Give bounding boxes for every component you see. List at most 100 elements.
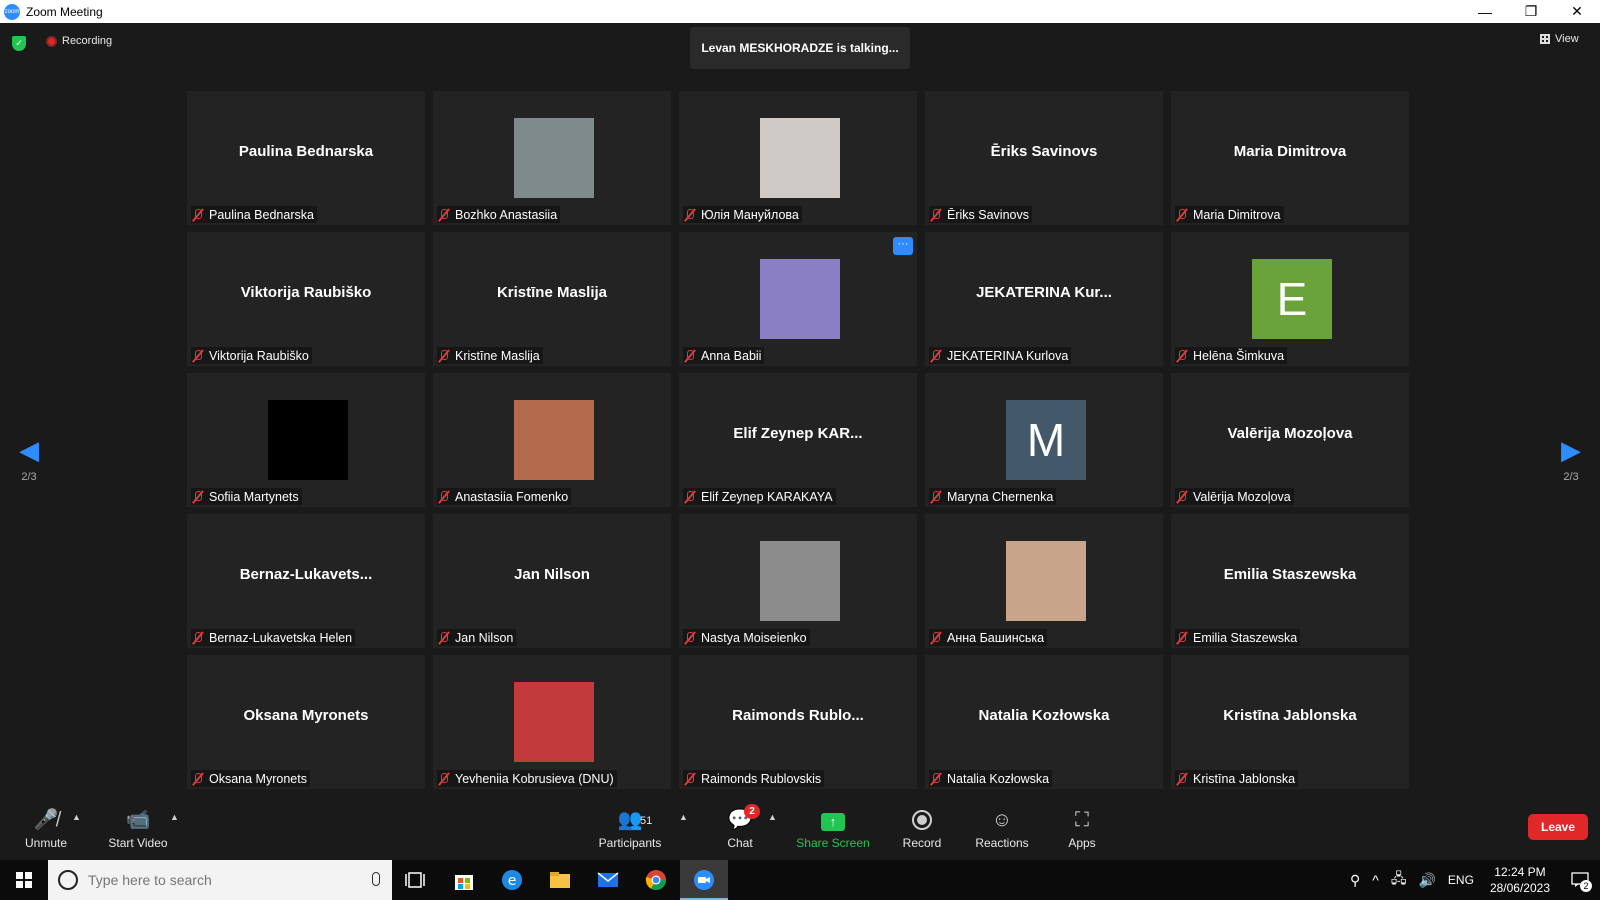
participant-tile[interactable]: E Helēna Šimkuva [1171, 232, 1409, 366]
search-input[interactable] [88, 872, 358, 888]
share-screen-icon: ↑ [821, 813, 845, 831]
share-screen-button[interactable]: ↑ Share Screen [793, 808, 873, 850]
participant-display-name: JEKATERINA Kur... [976, 284, 1112, 301]
participant-name-label: Kristīne Maslija [437, 347, 543, 364]
participant-name: Anna Babii [701, 348, 762, 363]
participant-name: Valērija Mozoļova [1193, 489, 1291, 504]
participant-tile[interactable]: Maria Dimitrova Maria Dimitrova [1171, 91, 1409, 225]
participant-tile[interactable]: Jan Nilson Jan Nilson [433, 514, 671, 648]
taskbar-file-explorer[interactable] [536, 860, 584, 900]
microphone-muted-icon [437, 349, 451, 363]
restore-button[interactable]: ❐ [1508, 0, 1554, 23]
participant-name-label: Юлія Мануйлова [683, 206, 802, 223]
participant-display-name: Ēriks Savinovs [990, 143, 1098, 160]
participant-display-name: Kristīne Maslija [496, 284, 608, 301]
notification-center-button[interactable]: 2 [1560, 860, 1600, 900]
taskbar-zoom[interactable] [680, 860, 728, 900]
apps-label: Apps [1068, 836, 1096, 850]
prev-page-button[interactable]: ◀ 2/3 [14, 435, 44, 495]
network-icon[interactable]: 🖧 [1391, 868, 1407, 892]
arrow-left-icon: ◀ [19, 435, 39, 465]
participant-photo [514, 118, 594, 198]
participant-name: JEKATERINA Kurlova [947, 348, 1069, 363]
participant-tile[interactable]: JEKATERINA Kur... JEKATERINA Kurlova [925, 232, 1163, 366]
windows-logo-icon [16, 872, 32, 888]
participant-name: Maria Dimitrova [1193, 207, 1281, 222]
taskbar-clock[interactable]: 12:24 PM 28/06/2023 [1490, 864, 1550, 896]
participant-photo [268, 400, 348, 480]
participant-tile[interactable]: Viktorija Raubiško Viktorija Raubiško [187, 232, 425, 366]
apps-icon: ⛶ [1075, 809, 1089, 831]
participant-tile[interactable]: Yevheniia Kobrusieva (DNU) [433, 655, 671, 789]
participant-name-label: Helēna Šimkuva [1175, 347, 1288, 364]
participant-photo [760, 541, 840, 621]
chat-label: Chat [727, 836, 753, 850]
microphone-icon[interactable] [372, 872, 380, 886]
recording-label: Recording [62, 35, 113, 47]
participant-tile[interactable]: Elif Zeynep KAR... Elif Zeynep KARAKAYA [679, 373, 917, 507]
participant-name-label: Maria Dimitrova [1175, 206, 1284, 223]
participant-name-label: Elif Zeynep KARAKAYA [683, 488, 836, 505]
apps-button[interactable]: ⛶ Apps [1042, 808, 1122, 850]
participant-tile[interactable]: Raimonds Rublo... Raimonds Rublovskis [679, 655, 917, 789]
participant-tile[interactable]: Anastasiia Fomenko [433, 373, 671, 507]
tile-more-options-button[interactable]: ··· [893, 237, 913, 255]
people-icon[interactable]: ⚲ [1350, 872, 1360, 889]
microphone-muted-icon [191, 631, 205, 645]
language-indicator[interactable]: ENG [1448, 873, 1474, 887]
participant-tile[interactable]: Анна Башинська [925, 514, 1163, 648]
microphone-muted-icon [929, 631, 943, 645]
microphone-muted-icon [191, 490, 205, 504]
view-button[interactable]: View [1540, 33, 1579, 45]
caret-up-icon: ▲ [170, 812, 179, 822]
participant-tile[interactable]: Natalia Kozłowska Natalia Kozłowska [925, 655, 1163, 789]
caret-up-icon: ▲ [768, 812, 777, 822]
participant-tile[interactable]: Ēriks Savinovs Ēriks Savinovs [925, 91, 1163, 225]
participant-tile[interactable]: Sofiia Martynets [187, 373, 425, 507]
participant-tile[interactable]: Emilia Staszewska Emilia Staszewska [1171, 514, 1409, 648]
participant-name: Bozhko Anastasiia [455, 207, 558, 222]
record-button[interactable]: Record [882, 808, 962, 850]
participant-name-label: Anastasiia Fomenko [437, 488, 572, 505]
taskbar-edge[interactable]: e [488, 860, 536, 900]
participant-tile[interactable]: Oksana Myronets Oksana Myronets [187, 655, 425, 789]
recording-indicator[interactable]: Recording [46, 35, 112, 47]
taskbar-store[interactable] [440, 860, 488, 900]
next-page-button[interactable]: ▶ 2/3 [1556, 435, 1586, 495]
participant-tile[interactable]: Bozhko Anastasiia [433, 91, 671, 225]
participants-button[interactable]: 👥 51 Participants [590, 808, 670, 850]
participant-name-label: Bozhko Anastasiia [437, 206, 561, 223]
security-shield-icon[interactable]: ✓ [12, 36, 26, 51]
participant-tile[interactable]: M Maryna Chernenka [925, 373, 1163, 507]
task-view-button[interactable] [392, 860, 440, 900]
notification-count: 2 [1580, 880, 1592, 892]
participant-tile[interactable]: Valērija Mozoļova Valērija Mozoļova [1171, 373, 1409, 507]
leave-button[interactable]: Leave [1528, 814, 1588, 840]
taskbar-chrome[interactable] [632, 860, 680, 900]
close-button[interactable]: ✕ [1554, 0, 1600, 23]
arrow-right-icon: ▶ [1561, 435, 1581, 465]
participant-tile[interactable]: Bernaz-Lukavets... Bernaz-Lukavetska Hele… [187, 514, 425, 648]
participant-tile[interactable]: Paulina Bednarska Paulina Bednarska [187, 91, 425, 225]
show-hidden-icons-chevron-icon[interactable]: ^ [1372, 872, 1379, 888]
clock-date: 28/06/2023 [1489, 881, 1550, 895]
participant-tile[interactable]: Kristīna Jablonska Kristīna Jablonska [1171, 655, 1409, 789]
start-video-button[interactable]: 📹 Start Video [98, 808, 178, 850]
participant-tile[interactable]: ··· Anna Babii [679, 232, 917, 366]
reactions-smiley-icon: ☺ [991, 809, 1013, 831]
microphone-muted-icon [683, 772, 697, 786]
participant-tile[interactable]: Юлія Мануйлова [679, 91, 917, 225]
taskbar-mail[interactable] [584, 860, 632, 900]
record-label: Record [902, 836, 942, 850]
participant-display-name: Paulina Bednarska [238, 143, 374, 160]
minimize-button[interactable]: — [1462, 0, 1508, 23]
participant-name: Paulina Bednarska [209, 207, 314, 222]
volume-icon[interactable]: 🔊 [1418, 872, 1435, 889]
microphone-muted-icon [683, 631, 697, 645]
participant-tile[interactable]: Nastya Moiseienko [679, 514, 917, 648]
participant-tile[interactable]: Kristīne Maslija Kristīne Maslija [433, 232, 671, 366]
start-button[interactable] [0, 860, 48, 900]
participant-name: Kristīne Maslija [455, 348, 540, 363]
taskbar-search[interactable] [48, 860, 392, 900]
reactions-button[interactable]: ☺ Reactions [962, 808, 1042, 850]
